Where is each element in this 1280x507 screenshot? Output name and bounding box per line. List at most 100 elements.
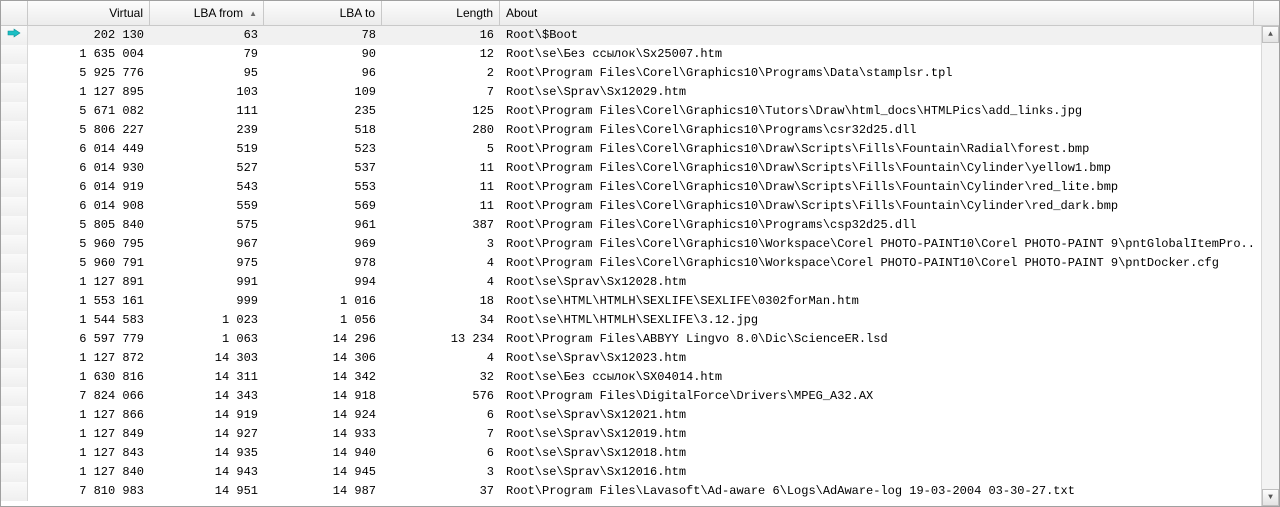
- cell-about: Root\Program Files\Corel\Graphics10\Draw…: [500, 197, 1254, 216]
- cell-virtual: 7 824 066: [28, 387, 150, 406]
- cell-virtual: 1 544 583: [28, 311, 150, 330]
- table-row[interactable]: 5 960 7959679693Root\Program Files\Corel…: [1, 235, 1261, 254]
- cell-lba-to: 523: [264, 140, 382, 159]
- cell-about: Root\se\Sprav\Sx12029.htm: [500, 83, 1254, 102]
- table-row[interactable]: 5 806 227239518280Root\Program Files\Cor…: [1, 121, 1261, 140]
- cell-virtual: 1 127 843: [28, 444, 150, 463]
- cell-lba-to: 96: [264, 64, 382, 83]
- table-row[interactable]: 1 544 5831 0231 05634Root\se\HTML\HTMLH\…: [1, 311, 1261, 330]
- table-body[interactable]: 202 130637816Root\$Boot1 635 004799012Ro…: [1, 26, 1261, 506]
- cell-lba-to: 969: [264, 235, 382, 254]
- cell-lba-from: 559: [150, 197, 264, 216]
- table-row[interactable]: 1 127 87214 30314 3064Root\se\Sprav\Sx12…: [1, 349, 1261, 368]
- table-row[interactable]: 1 127 84314 93514 9406Root\se\Sprav\Sx12…: [1, 444, 1261, 463]
- table-row[interactable]: 6 014 93052753711Root\Program Files\Core…: [1, 159, 1261, 178]
- cell-virtual: 1 127 866: [28, 406, 150, 425]
- cell-length: 387: [382, 216, 500, 235]
- cell-virtual: 6 014 908: [28, 197, 150, 216]
- cell-lba-to: 961: [264, 216, 382, 235]
- scroll-track[interactable]: [1262, 43, 1279, 489]
- cell-length: 6: [382, 406, 500, 425]
- table-row[interactable]: 6 014 4495195235Root\Program Files\Corel…: [1, 140, 1261, 159]
- cell-lba-from: 14 927: [150, 425, 264, 444]
- cell-lba-from: 14 935: [150, 444, 264, 463]
- row-gutter: [1, 83, 28, 102]
- cell-lba-from: 527: [150, 159, 264, 178]
- column-header-about[interactable]: About: [500, 1, 1254, 25]
- table-row[interactable]: 1 635 004799012Root\se\Без ссылок\Sx2500…: [1, 45, 1261, 64]
- cell-lba-to: 109: [264, 83, 382, 102]
- row-gutter: [1, 311, 28, 330]
- cell-about: Root\Program Files\Corel\Graphics10\Draw…: [500, 159, 1254, 178]
- cell-length: 3: [382, 463, 500, 482]
- table-row[interactable]: 5 925 77695962Root\Program Files\Corel\G…: [1, 64, 1261, 83]
- column-header-length[interactable]: Length: [382, 1, 500, 25]
- cell-length: 34: [382, 311, 500, 330]
- cell-lba-to: 1 016: [264, 292, 382, 311]
- column-header-virtual[interactable]: Virtual: [28, 1, 150, 25]
- cell-lba-from: 95: [150, 64, 264, 83]
- table-row[interactable]: 202 130637816Root\$Boot: [1, 26, 1261, 45]
- table-row[interactable]: 6 014 90855956911Root\Program Files\Core…: [1, 197, 1261, 216]
- row-gutter: [1, 197, 28, 216]
- cell-lba-from: 519: [150, 140, 264, 159]
- row-gutter: [1, 292, 28, 311]
- table-row[interactable]: 1 127 86614 91914 9246Root\se\Sprav\Sx12…: [1, 406, 1261, 425]
- cell-about: Root\$Boot: [500, 26, 1254, 45]
- gutter-header: [1, 1, 28, 25]
- data-grid[interactable]: Virtual LBA from ▲ LBA to Length About 2…: [0, 0, 1280, 507]
- table-row[interactable]: 1 553 1619991 01618Root\se\HTML\HTMLH\SE…: [1, 292, 1261, 311]
- cell-virtual: 202 130: [28, 26, 150, 45]
- cell-lba-from: 1 023: [150, 311, 264, 330]
- table-row[interactable]: 1 127 8951031097Root\se\Sprav\Sx12029.ht…: [1, 83, 1261, 102]
- cell-virtual: 1 127 872: [28, 349, 150, 368]
- cell-virtual: 6 597 779: [28, 330, 150, 349]
- table-row[interactable]: 1 630 81614 31114 34232Root\se\Без ссыло…: [1, 368, 1261, 387]
- column-header-row: Virtual LBA from ▲ LBA to Length About: [1, 1, 1279, 26]
- table-row[interactable]: 1 127 8919919944Root\se\Sprav\Sx12028.ht…: [1, 273, 1261, 292]
- cell-lba-from: 14 343: [150, 387, 264, 406]
- column-header-lba-to[interactable]: LBA to: [264, 1, 382, 25]
- vertical-scrollbar[interactable]: ▲ ▼: [1261, 26, 1279, 506]
- cell-about: Root\se\Sprav\Sx12016.htm: [500, 463, 1254, 482]
- table-row[interactable]: 7 810 98314 95114 98737Root\Program File…: [1, 482, 1261, 501]
- cell-about: Root\se\Без ссылок\SX04014.htm: [500, 368, 1254, 387]
- table-row[interactable]: 5 805 840575961387Root\Program Files\Cor…: [1, 216, 1261, 235]
- table-row[interactable]: 5 671 082111235125Root\Program Files\Cor…: [1, 102, 1261, 121]
- scroll-up-button[interactable]: ▲: [1262, 26, 1279, 43]
- cell-length: 125: [382, 102, 500, 121]
- row-gutter: [1, 482, 28, 501]
- table-row[interactable]: 5 960 7919759784Root\Program Files\Corel…: [1, 254, 1261, 273]
- chevron-up-icon: ▲: [1268, 30, 1273, 39]
- column-header-lba-from[interactable]: LBA from ▲: [150, 1, 264, 25]
- cell-lba-to: 235: [264, 102, 382, 121]
- cell-virtual: 1 127 849: [28, 425, 150, 444]
- table-row[interactable]: 1 127 84014 94314 9453Root\se\Sprav\Sx12…: [1, 463, 1261, 482]
- cell-about: Root\Program Files\Corel\Graphics10\Work…: [500, 235, 1254, 254]
- row-gutter: [1, 45, 28, 64]
- column-label: Length: [456, 6, 493, 20]
- cell-virtual: 1 635 004: [28, 45, 150, 64]
- cell-lba-from: 999: [150, 292, 264, 311]
- row-gutter: [1, 349, 28, 368]
- cell-lba-to: 90: [264, 45, 382, 64]
- table-row[interactable]: 6 597 7791 06314 29613 234Root\Program F…: [1, 330, 1261, 349]
- cell-about: Root\se\Sprav\Sx12028.htm: [500, 273, 1254, 292]
- cell-about: Root\se\Sprav\Sx12021.htm: [500, 406, 1254, 425]
- cell-length: 7: [382, 425, 500, 444]
- row-gutter: [1, 216, 28, 235]
- row-gutter: [1, 26, 28, 45]
- row-gutter: [1, 368, 28, 387]
- table-row[interactable]: 6 014 91954355311Root\Program Files\Core…: [1, 178, 1261, 197]
- cell-lba-to: 553: [264, 178, 382, 197]
- cell-lba-from: 63: [150, 26, 264, 45]
- scroll-down-button[interactable]: ▼: [1262, 489, 1279, 506]
- table-row[interactable]: 1 127 84914 92714 9337Root\se\Sprav\Sx12…: [1, 425, 1261, 444]
- column-label: About: [506, 6, 537, 20]
- row-gutter: [1, 64, 28, 83]
- cell-length: 3: [382, 235, 500, 254]
- row-gutter: [1, 178, 28, 197]
- table-row[interactable]: 7 824 06614 34314 918576Root\Program Fil…: [1, 387, 1261, 406]
- cell-about: Root\se\Sprav\Sx12018.htm: [500, 444, 1254, 463]
- cell-lba-from: 14 943: [150, 463, 264, 482]
